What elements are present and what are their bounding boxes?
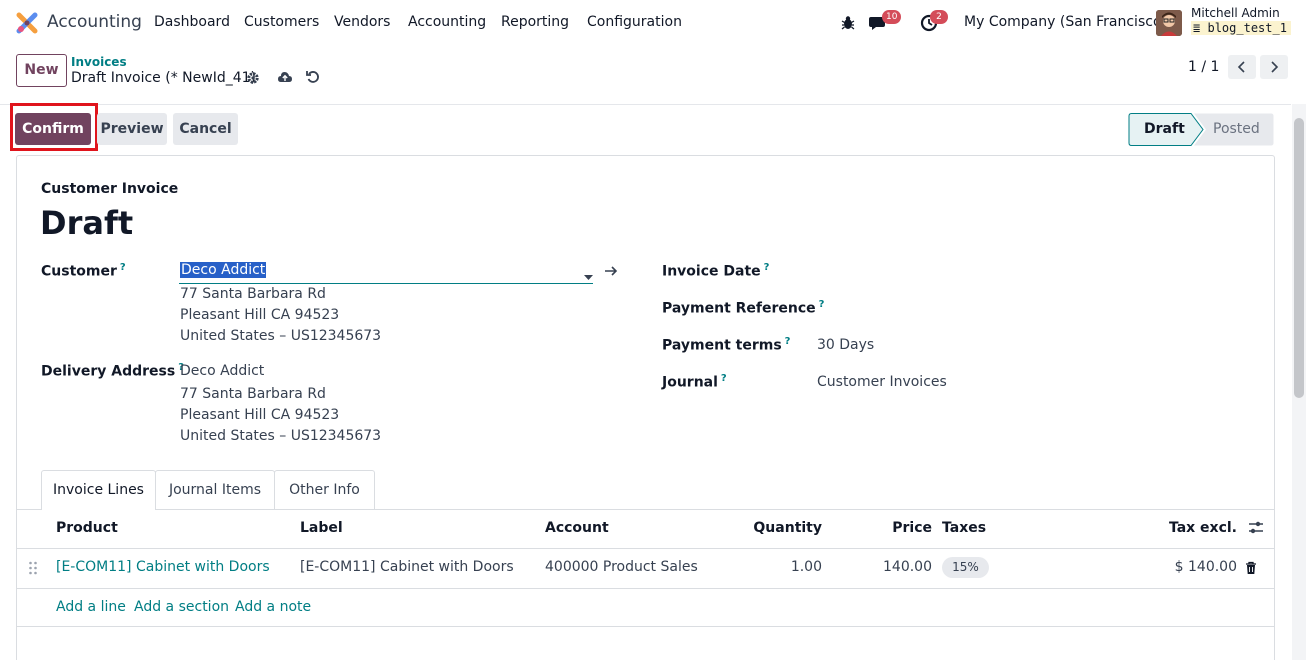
user-avatar[interactable] <box>1156 10 1182 36</box>
database-label: blog_test_1 <box>1207 21 1287 35</box>
add-section-link[interactable]: Add a section <box>134 599 229 615</box>
user-name[interactable]: Mitchell Admin <box>1191 6 1280 20</box>
menu-dashboard[interactable]: Dashboard <box>154 14 230 30</box>
delete-trash-icon[interactable] <box>1245 561 1257 579</box>
invoice-type-label: Customer Invoice <box>41 181 179 197</box>
column-product[interactable]: Product <box>56 520 118 536</box>
drag-handle-icon[interactable] <box>28 561 38 579</box>
column-label[interactable]: Label <box>300 520 343 536</box>
table-header-divider <box>17 548 1274 549</box>
invoice-date-field[interactable] <box>817 260 1217 284</box>
journal-label-text: Journal <box>662 374 718 391</box>
line-quantity[interactable]: 1.00 <box>740 559 822 575</box>
journal-label: Journal? <box>662 373 727 391</box>
menu-reporting[interactable]: Reporting <box>501 14 569 30</box>
column-taxes[interactable]: Taxes <box>942 520 986 536</box>
delivery-address-city: Pleasant Hill CA 94523 <box>180 407 340 423</box>
payment-terms-field[interactable]: 30 Days <box>817 337 874 353</box>
menu-vendors[interactable]: Vendors <box>334 14 390 30</box>
invoice-date-label: Invoice Date? <box>662 262 769 280</box>
control-panel-divider <box>0 104 1291 105</box>
status-bar: Draft Posted <box>1128 113 1274 146</box>
database-icon: ≣ <box>1193 21 1201 35</box>
activities-count-badge: 2 <box>930 10 948 24</box>
breadcrumb-invoices[interactable]: Invoices <box>71 55 127 69</box>
customer-input-value[interactable]: Deco Addict <box>180 262 267 278</box>
table-footer-divider <box>17 626 1274 627</box>
column-quantity[interactable]: Quantity <box>740 520 822 536</box>
customer-address-country: United States – US12345673 <box>180 328 382 344</box>
column-price[interactable]: Price <box>850 520 932 536</box>
menu-customers[interactable]: Customers <box>244 14 319 30</box>
messages-count-badge: 10 <box>882 10 902 24</box>
preview-button[interactable]: Preview <box>97 113 167 145</box>
pager-next-button[interactable] <box>1260 55 1288 79</box>
dropdown-caret-icon[interactable] <box>584 269 593 285</box>
internal-link-arrow-icon[interactable] <box>604 265 618 281</box>
invoice-date-label-text: Invoice Date <box>662 263 761 280</box>
status-draft: Draft <box>1144 121 1185 137</box>
payment-terms-label-text: Payment terms <box>662 337 782 354</box>
invoice-title: Draft <box>40 204 134 242</box>
delivery-address-country: United States – US12345673 <box>180 428 382 444</box>
line-product[interactable]: [E-COM11] Cabinet with Doors <box>56 559 270 575</box>
app-name[interactable]: Accounting <box>47 12 142 32</box>
save-cloud-icon[interactable] <box>277 70 293 88</box>
company-switcher[interactable]: My Company (San Francisco) <box>964 14 1167 30</box>
line-account[interactable]: 400000 Product Sales <box>545 559 698 575</box>
scrollbar-thumb[interactable] <box>1294 118 1304 398</box>
line-label[interactable]: [E-COM11] Cabinet with Doors <box>300 559 514 575</box>
status-posted[interactable]: Posted <box>1213 121 1260 137</box>
tab-other-info[interactable]: Other Info <box>274 470 375 509</box>
table-row-divider <box>17 588 1274 589</box>
gear-icon[interactable] <box>246 71 260 89</box>
delivery-address-name[interactable]: Deco Addict <box>180 363 264 379</box>
breadcrumb-current: Draft Invoice (* NewId_41) <box>71 70 256 86</box>
add-note-link[interactable]: Add a note <box>235 599 311 615</box>
confirm-button[interactable]: Confirm <box>15 113 91 145</box>
payment-reference-label: Payment Reference? <box>662 299 824 317</box>
pager-value[interactable]: 1 / 1 <box>1188 59 1219 75</box>
customer-address-city: Pleasant Hill CA 94523 <box>180 307 340 323</box>
delivery-address-label: Delivery Address? <box>41 362 184 380</box>
column-account[interactable]: Account <box>545 520 609 536</box>
chevron-left-icon <box>1237 61 1245 73</box>
tab-journal-items[interactable]: Journal Items <box>155 470 275 509</box>
optional-columns-toggle-icon[interactable] <box>1248 520 1264 540</box>
tabs-baseline <box>16 509 1275 510</box>
payment-reference-label-text: Payment Reference <box>662 300 816 317</box>
customer-address-street: 77 Santa Barbara Rd <box>180 286 326 302</box>
line-subtotal: $ 140.00 <box>1174 559 1237 575</box>
customer-label-text: Customer <box>41 263 117 280</box>
app-logo-icon[interactable] <box>16 12 38 34</box>
discard-changes-icon[interactable] <box>306 70 320 88</box>
payment-reference-field[interactable] <box>817 297 1217 321</box>
column-tax-excl[interactable]: Tax excl. <box>1140 520 1237 536</box>
customer-label: Customer? <box>41 262 126 280</box>
delivery-address-label-text: Delivery Address <box>41 363 176 380</box>
debug-bug-icon[interactable] <box>841 15 855 35</box>
line-price[interactable]: 140.00 <box>850 559 932 575</box>
add-line-link[interactable]: Add a line <box>56 599 126 615</box>
menu-configuration[interactable]: Configuration <box>587 14 682 30</box>
menu-accounting[interactable]: Accounting <box>408 14 486 30</box>
help-tooltip-icon[interactable]: ? <box>785 336 791 347</box>
top-navbar: Accounting Dashboard Customers Vendors A… <box>0 0 1306 46</box>
tab-invoice-lines[interactable]: Invoice Lines <box>41 470 156 510</box>
database-name: ≣ blog_test_1 <box>1191 21 1291 35</box>
journal-field[interactable]: Customer Invoices <box>817 374 947 390</box>
payment-terms-label: Payment terms? <box>662 336 790 354</box>
help-tooltip-icon[interactable]: ? <box>721 373 727 384</box>
line-tax-badge[interactable]: 15% <box>942 557 989 578</box>
help-tooltip-icon[interactable]: ? <box>120 262 126 273</box>
chevron-right-icon <box>1271 61 1279 73</box>
delivery-address-street: 77 Santa Barbara Rd <box>180 386 326 402</box>
new-button[interactable]: New <box>16 54 67 87</box>
help-tooltip-icon[interactable]: ? <box>764 262 770 273</box>
pager-previous-button[interactable] <box>1228 55 1256 79</box>
cancel-button[interactable]: Cancel <box>173 113 238 145</box>
